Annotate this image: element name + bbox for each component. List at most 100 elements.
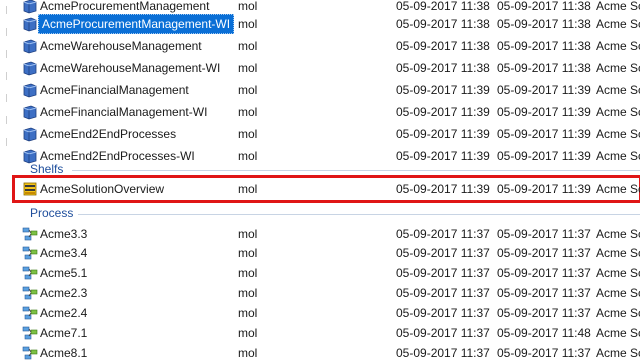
item-library: Acme Sc — [596, 286, 640, 300]
process-flow-icon — [22, 226, 38, 242]
item-created: 05-09-2017 11:37 — [396, 246, 490, 260]
item-name: Acme2.3 — [40, 286, 88, 300]
item-created: 05-09-2017 11:39 — [396, 83, 490, 97]
item-modified: 05-09-2017 11:37 — [497, 346, 591, 360]
item-modified: 05-09-2017 11:38 — [497, 61, 591, 75]
blue-book-icon — [22, 126, 38, 142]
list-item[interactable]: AcmeFinancialManagement mol 05-09-2017 1… — [0, 79, 640, 101]
item-name: Acme3.4 — [40, 246, 88, 260]
item-modified: 05-09-2017 11:39 — [497, 105, 591, 119]
process-flow-icon — [22, 245, 38, 261]
list-item[interactable]: Acme2.3 mol 05-09-2017 11:37 05-09-2017 … — [0, 282, 640, 304]
item-name: Acme3.3 — [40, 227, 88, 241]
group-divider — [78, 214, 640, 215]
item-library: Acme Sc — [596, 246, 640, 260]
list-item[interactable]: AcmeWarehouseManagement-WI mol 05-09-201… — [0, 57, 640, 79]
item-owner: mol — [238, 182, 258, 196]
item-modified: 05-09-2017 11:37 — [497, 306, 591, 320]
item-library: Acme Sc — [596, 17, 640, 31]
blue-book-icon — [22, 38, 38, 54]
list-item[interactable]: AcmeFinancialManagement-WI mol 05-09-201… — [0, 101, 640, 123]
item-name: Acme7.1 — [40, 326, 88, 340]
list-item[interactable]: AcmeEnd2EndProcesses mol 05-09-2017 11:3… — [0, 123, 640, 145]
list-item[interactable]: Acme3.4 mol 05-09-2017 11:37 05-09-2017 … — [0, 242, 640, 264]
item-owner: mol — [238, 346, 258, 360]
item-created: 05-09-2017 11:39 — [396, 182, 490, 196]
list-item-highlighted[interactable]: AcmeSolutionOverview mol 05-09-2017 11:3… — [12, 175, 640, 203]
group-label: Shelfs — [30, 162, 64, 176]
item-modified: 05-09-2017 11:37 — [497, 227, 591, 241]
item-modified: 05-09-2017 11:48 — [497, 326, 591, 340]
list-item[interactable]: Acme8.1 mol 05-09-2017 11:37 05-09-2017 … — [0, 342, 640, 360]
item-name: AcmeSolutionOverview — [40, 182, 165, 196]
item-name: AcmeWarehouseManagement — [40, 39, 202, 53]
item-library: Acme Sc — [596, 61, 640, 75]
item-library: Acme Sc — [596, 346, 640, 360]
item-created: 05-09-2017 11:37 — [396, 306, 490, 320]
item-name: AcmeEnd2EndProcesses — [40, 127, 177, 141]
process-flow-icon — [22, 325, 38, 341]
blue-book-icon — [22, 60, 38, 76]
item-name: AcmeProcurementManagement — [40, 0, 210, 13]
item-owner: mol — [238, 0, 258, 13]
item-owner: mol — [238, 326, 258, 340]
process-flow-icon — [22, 345, 38, 360]
group-label: Process — [30, 206, 74, 220]
item-created: 05-09-2017 11:37 — [396, 326, 490, 340]
item-name: AcmeFinancialManagement — [40, 83, 189, 97]
list-item-selected[interactable]: AcmeProcurementManagement-WI mol 05-09-2… — [0, 13, 640, 35]
item-created: 05-09-2017 11:38 — [396, 39, 490, 53]
item-owner: mol — [238, 17, 258, 31]
yellow-shelf-icon — [22, 181, 38, 197]
blue-book-icon — [22, 104, 38, 120]
blue-book-icon — [22, 16, 38, 32]
item-library: Acme Sc — [596, 0, 640, 13]
item-library: Acme Sc — [596, 105, 640, 119]
item-created: 05-09-2017 11:39 — [396, 105, 490, 119]
item-name: AcmeWarehouseManagement-WI — [40, 61, 221, 75]
item-library: Acme Sc — [596, 227, 640, 241]
item-owner: mol — [238, 105, 258, 119]
list-item[interactable]: AcmeWarehouseManagement mol 05-09-2017 1… — [0, 35, 640, 57]
item-library: Acme Sc — [596, 306, 640, 320]
item-owner: mol — [238, 83, 258, 97]
item-library: Acme Sc — [596, 39, 640, 53]
item-library: Acme Sc — [596, 266, 640, 280]
item-modified: 05-09-2017 11:37 — [497, 246, 591, 260]
item-created: 05-09-2017 11:38 — [396, 0, 490, 13]
item-name: Acme5.1 — [40, 266, 88, 280]
item-modified: 05-09-2017 11:38 — [497, 17, 591, 31]
item-name: AcmeFinancialManagement-WI — [40, 105, 208, 119]
list-item[interactable]: Acme5.1 mol 05-09-2017 11:37 05-09-2017 … — [0, 262, 640, 284]
item-owner: mol — [238, 246, 258, 260]
item-created: 05-09-2017 11:37 — [396, 346, 490, 360]
item-library: Acme Sc — [596, 83, 640, 97]
item-modified: 05-09-2017 11:39 — [497, 83, 591, 97]
item-name: AcmeProcurementManagement-WI — [38, 14, 235, 34]
item-modified: 05-09-2017 11:39 — [497, 127, 591, 141]
item-owner: mol — [238, 61, 258, 75]
item-modified: 05-09-2017 11:37 — [497, 286, 591, 300]
process-flow-icon — [22, 265, 38, 281]
item-modified: 05-09-2017 11:37 — [497, 266, 591, 280]
item-library: Acme Sc — [596, 182, 640, 196]
item-modified: 05-09-2017 11:38 — [497, 0, 591, 13]
item-modified: 05-09-2017 11:38 — [497, 39, 591, 53]
item-created: 05-09-2017 11:37 — [396, 266, 490, 280]
item-owner: mol — [238, 306, 258, 320]
process-flow-icon — [22, 285, 38, 301]
item-created: 05-09-2017 11:38 — [396, 61, 490, 75]
item-created: 05-09-2017 11:37 — [396, 227, 490, 241]
item-library: Acme Sc — [596, 326, 640, 340]
list-item[interactable]: Acme7.1 mol 05-09-2017 11:37 05-09-2017 … — [0, 322, 640, 344]
item-name: Acme2.4 — [40, 306, 88, 320]
list-item[interactable]: Acme2.4 mol 05-09-2017 11:37 05-09-2017 … — [0, 302, 640, 324]
item-created: 05-09-2017 11:37 — [396, 286, 490, 300]
item-owner: mol — [238, 286, 258, 300]
group-divider — [72, 170, 640, 171]
process-flow-icon — [22, 305, 38, 321]
item-library: Acme Sc — [596, 127, 640, 141]
item-created: 05-09-2017 11:38 — [396, 17, 490, 31]
blue-book-icon — [22, 0, 38, 14]
group-header-process: Process — [0, 204, 640, 222]
